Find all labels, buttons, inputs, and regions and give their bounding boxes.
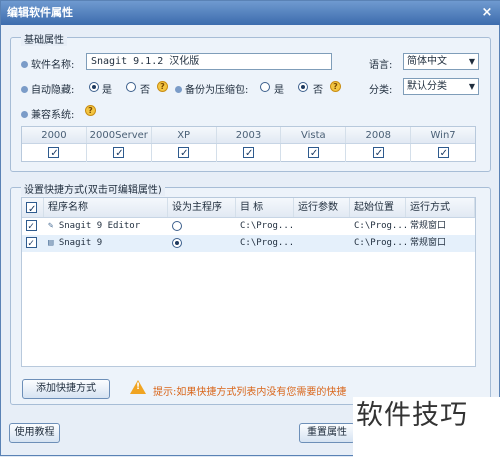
close-button[interactable]: × (479, 5, 495, 21)
language-label: 语言: (369, 60, 393, 71)
auto-hide-no-radio[interactable] (126, 82, 136, 92)
bullet-icon (175, 86, 182, 93)
column-header[interactable]: 程序名称 (44, 198, 168, 217)
compat-system-cell (281, 144, 347, 162)
program-name-text: Snagit 9 (58, 238, 103, 248)
compat-system-cell (346, 144, 412, 162)
main-program-radio[interactable] (172, 238, 182, 248)
watermark-text: 软件技巧 (353, 397, 500, 457)
table-row[interactable]: ▤ Snagit 9 C:\Prog... C:\Prog... 常规窗口 (22, 235, 475, 252)
program-name-text: Snagit 9 Editor (58, 221, 141, 231)
table-row[interactable]: ✎ Snagit 9 Editor C:\Prog... C:\Prog... 常规窗… (22, 218, 475, 235)
row-checkbox-cell (22, 218, 44, 235)
start-location-cell: C:\Prog... (354, 221, 406, 231)
category-label: 分类: (369, 85, 393, 96)
auto-hide-no-label: 否 (140, 85, 150, 96)
basic-properties-legend: 基础属性 (21, 31, 67, 46)
compat-system-cell (22, 144, 87, 162)
backup-zip-label: 备份为压缩包: (175, 81, 248, 96)
software-name-input[interactable]: Snagit 9.1.2 汉化版 (86, 53, 332, 70)
auto-hide-yes-label: 是 (102, 85, 112, 96)
compat-system-checkbox[interactable] (372, 145, 384, 162)
main-program-cell (168, 218, 236, 235)
program-name-cell: ✎ Snagit 9 Editor (44, 218, 168, 235)
args-cell (294, 218, 350, 235)
row-checkbox[interactable] (26, 235, 37, 252)
edit-software-properties-dialog: 编辑软件属性 × 基础属性 软件名称: Snagit 9.1.2 汉化版 语言:… (0, 0, 500, 457)
chevron-down-icon: ▼ (468, 82, 475, 91)
hint-text: 提示:如果快捷方式列表内没有您需要的快捷 (153, 387, 347, 398)
column-header[interactable]: 运行方式 (406, 198, 475, 217)
column-header[interactable]: 起始位置 (350, 198, 406, 217)
column-header[interactable]: 设为主程序 (168, 198, 236, 217)
target-cell: C:\Prog... (240, 221, 294, 231)
compat-system-checkbox[interactable] (178, 145, 190, 162)
compatible-systems-label: 兼容系统: (21, 106, 74, 121)
editor-app-icon: ✎ (48, 221, 59, 231)
language-value: 简体中文 (407, 56, 447, 67)
help-icon[interactable]: ? (157, 81, 168, 92)
category-select[interactable]: 默认分类 ▼ (403, 78, 479, 95)
row-checkbox-cell (22, 235, 44, 252)
backup-no-label: 否 (313, 85, 323, 96)
compat-system-header: 2008 (346, 127, 412, 143)
compat-system-checkbox[interactable] (243, 145, 254, 162)
add-shortcut-button[interactable]: 添加快捷方式 (22, 379, 110, 399)
row-checkbox[interactable] (26, 218, 37, 235)
software-name-label: 软件名称: (21, 56, 74, 71)
compat-checkbox-row (22, 144, 475, 162)
program-name-cell: ▤ Snagit 9 (44, 235, 168, 252)
bullet-icon (21, 86, 28, 93)
category-value: 默认分类 (407, 81, 447, 92)
compat-system-cell (217, 144, 282, 162)
compat-system-checkbox[interactable] (307, 145, 319, 162)
select-all-checkbox[interactable] (26, 200, 37, 217)
select-all-cell (22, 198, 44, 217)
auto-hide-label: 自动隐藏: (21, 81, 74, 96)
compat-system-header: Vista (281, 127, 347, 143)
shortcut-rows: ✎ Snagit 9 Editor C:\Prog... C:\Prog... 常规窗… (22, 218, 475, 252)
bullet-icon (21, 111, 28, 118)
shortcut-table: 程序名称 设为主程序 目 标 运行参数 起始位置 运行方式 ✎ Snagit 9… (21, 197, 476, 367)
reset-properties-button[interactable]: 重置属性 (299, 423, 355, 443)
compat-system-cell (152, 144, 217, 162)
shortcut-table-header: 程序名称 设为主程序 目 标 运行参数 起始位置 运行方式 (22, 198, 475, 218)
help-icon[interactable]: ? (85, 105, 96, 116)
compat-system-header: 2000 (22, 127, 87, 143)
dialog-title: 编辑软件属性 (7, 6, 73, 19)
start-location-cell: C:\Prog... (354, 238, 406, 248)
compat-system-header: 2003 (217, 127, 282, 143)
tutorial-button[interactable]: 使用教程 (9, 423, 60, 443)
compat-system-checkbox[interactable] (437, 145, 449, 162)
run-mode-cell: 常规窗口 (410, 238, 447, 248)
app-icon: ▤ (48, 238, 59, 248)
warning-mark-icon: ! (136, 382, 141, 392)
compat-system-checkbox[interactable] (113, 145, 125, 162)
column-header[interactable]: 运行参数 (294, 198, 350, 217)
backup-yes-radio[interactable] (260, 82, 270, 92)
main-program-cell (168, 235, 236, 252)
chevron-down-icon: ▼ (468, 57, 475, 66)
compat-system-cell (411, 144, 475, 162)
backup-no-radio[interactable] (298, 82, 308, 92)
run-mode-cell: 常规窗口 (410, 221, 447, 231)
backup-yes-label: 是 (274, 85, 284, 96)
compatible-systems-table: 2000 2000Server XP 2003 Vista 2008 Win7 (21, 126, 476, 162)
shortcut-settings-legend: 设置快捷方式(双击可编辑属性) (21, 181, 165, 196)
compat-header-row: 2000 2000Server XP 2003 Vista 2008 Win7 (22, 127, 475, 144)
args-cell (294, 235, 350, 252)
compat-system-checkbox[interactable] (48, 145, 60, 162)
main-program-radio[interactable] (172, 221, 182, 231)
bullet-icon (21, 61, 28, 68)
column-header[interactable]: 目 标 (236, 198, 294, 217)
compat-system-cell (87, 144, 152, 162)
title-bar: 编辑软件属性 × (1, 1, 500, 25)
auto-hide-yes-radio[interactable] (89, 82, 99, 92)
compat-system-header: XP (152, 127, 217, 143)
help-icon[interactable]: ? (330, 81, 341, 92)
target-cell: C:\Prog... (240, 238, 294, 248)
language-select[interactable]: 简体中文 ▼ (403, 53, 479, 70)
compat-system-header: 2000Server (87, 127, 152, 143)
compat-system-header: Win7 (430, 130, 456, 141)
